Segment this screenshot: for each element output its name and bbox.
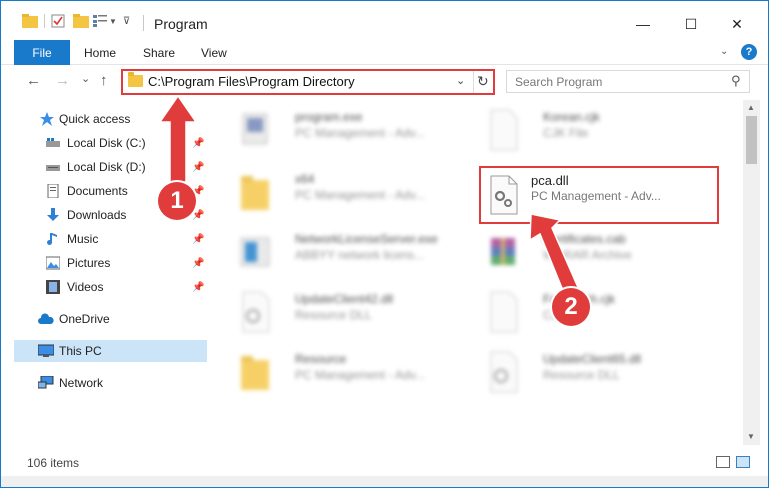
annotation-overlay: [158, 94, 581, 299]
arrow-1: [158, 94, 198, 183]
arrow-2: [529, 213, 581, 299]
step-badge-1: 1: [158, 182, 196, 220]
step-badge-2: 2: [552, 288, 590, 326]
